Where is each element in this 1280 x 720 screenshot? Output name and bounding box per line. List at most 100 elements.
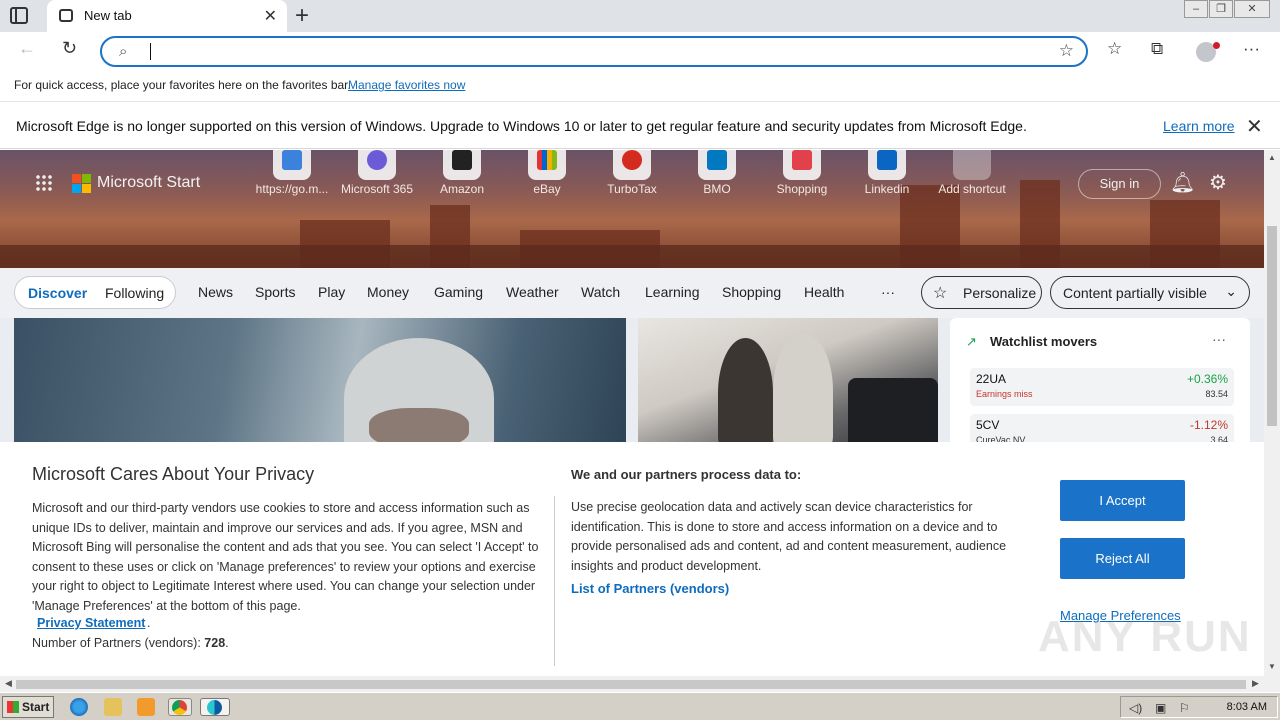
tab-actions-icon[interactable] <box>10 7 28 24</box>
shortcut-label: Linkedin <box>864 182 910 196</box>
add-shortcut-tile[interactable]: Add shortcut <box>932 150 1012 196</box>
stock-symbol: 22UA <box>976 372 1007 386</box>
trending-up-icon: ↗ <box>966 334 977 349</box>
favorites-icon[interactable]: ☆ <box>1107 39 1122 59</box>
category-weather[interactable]: Weather <box>506 284 559 300</box>
privacy-statement-link[interactable]: Privacy Statement <box>37 616 145 630</box>
more-categories-icon[interactable]: ··· <box>881 284 895 300</box>
clock: 8:03 AM <box>1226 701 1267 713</box>
refresh-icon[interactable]: ↻ <box>62 38 77 59</box>
partners-count: Number of Partners (vendors): 728. <box>32 636 229 650</box>
shortcut-tile[interactable]: Amazon <box>422 150 502 196</box>
accept-button[interactable]: I Accept <box>1060 480 1185 521</box>
new-tab-page-icon <box>59 9 73 22</box>
browser-toolbar: ← ↻ ⌕ ☆ ☆ ⧉ ··· <box>0 32 1280 70</box>
content-visibility-value: Content partially visible <box>1063 285 1207 301</box>
search-icon: ⌕ <box>119 43 128 60</box>
restore-button[interactable]: ❐ <box>1209 0 1233 18</box>
address-bar[interactable]: ⌕ ☆ <box>100 36 1088 67</box>
news-card-hero[interactable] <box>14 318 626 458</box>
stock-change: -1.12% <box>1189 418 1228 432</box>
media-player-icon[interactable] <box>137 698 155 716</box>
shortcut-label: Shopping <box>776 182 828 196</box>
content-visibility-dropdown[interactable]: Content partially visible ⌄ <box>1050 276 1250 309</box>
tab-discover[interactable]: Discover <box>28 285 87 301</box>
internet-explorer-icon[interactable] <box>70 698 88 716</box>
reject-all-button[interactable]: Reject All <box>1060 538 1185 579</box>
file-explorer-icon[interactable] <box>104 698 122 716</box>
scroll-right-arrow-icon[interactable]: ▶ <box>1252 678 1259 689</box>
shortcut-label: Add shortcut <box>938 182 1006 196</box>
action-center-flag-icon[interactable]: ⚐ <box>1179 701 1190 715</box>
tab-following[interactable]: Following <box>105 285 164 301</box>
shortcut-icon <box>273 150 311 180</box>
scroll-down-arrow-icon[interactable]: ▼ <box>1268 662 1276 671</box>
scroll-thumb[interactable] <box>1267 226 1277 426</box>
windows-flag-icon <box>7 701 19 713</box>
minimize-button[interactable]: – <box>1184 0 1208 18</box>
volume-icon[interactable]: ◁) <box>1129 701 1142 715</box>
category-shopping[interactable]: Shopping <box>722 284 781 300</box>
settings-gear-icon[interactable]: ⚙ <box>1209 170 1227 195</box>
amazon-icon <box>443 150 481 180</box>
scroll-up-arrow-icon[interactable]: ▲ <box>1268 153 1276 162</box>
watchlist-title: Watchlist movers <box>990 334 1098 349</box>
close-window-button[interactable]: ✕ <box>1234 0 1270 18</box>
shortcut-tile[interactable]: TurboTax <box>592 150 672 196</box>
shortcut-tile[interactable]: Shopping <box>762 150 842 196</box>
personalize-button[interactable]: ☆ Personalize <box>921 276 1042 309</box>
watchlist-more-icon[interactable]: ··· <box>1212 331 1226 347</box>
category-news[interactable]: News <box>198 284 233 300</box>
close-tab-icon[interactable]: ✕ <box>264 6 277 26</box>
tab-title: New tab <box>84 8 132 23</box>
watchlist-card: ↗ Watchlist movers ··· 22UA Earnings mis… <box>950 318 1250 452</box>
more-menu-icon[interactable]: ··· <box>1243 39 1260 59</box>
collections-icon[interactable]: ⧉ <box>1151 39 1163 59</box>
linkedin-icon <box>868 150 906 180</box>
category-learning[interactable]: Learning <box>645 284 700 300</box>
shortcut-tile[interactable]: BMO <box>677 150 757 196</box>
shortcut-label: Microsoft 365 <box>340 182 414 196</box>
shortcut-tile[interactable]: eBay <box>507 150 587 196</box>
back-arrow-icon[interactable]: ← <box>18 38 36 59</box>
shortcut-tile[interactable]: https://go.m... <box>252 150 332 196</box>
shortcut-tile[interactable]: Microsoft 365 <box>337 150 417 196</box>
category-gaming[interactable]: Gaming <box>434 284 483 300</box>
profile-avatar[interactable] <box>1196 42 1220 62</box>
scroll-left-arrow-icon[interactable]: ◀ <box>5 678 12 689</box>
category-watch[interactable]: Watch <box>581 284 620 300</box>
manage-favorites-link[interactable]: Manage favorites now <box>348 78 465 92</box>
category-health[interactable]: Health <box>804 284 844 300</box>
network-icon[interactable]: ▣ <box>1155 701 1166 715</box>
watchlist-row[interactable]: 22UA Earnings miss +0.36% 83.54 <box>970 368 1234 406</box>
horizontal-scrollbar[interactable]: ◀ ▶ <box>0 676 1264 692</box>
tab-new-tab[interactable]: New tab ✕ <box>47 0 287 32</box>
new-tab-plus-icon[interactable]: + <box>295 2 309 30</box>
sign-in-button[interactable]: Sign in <box>1078 169 1161 199</box>
category-play[interactable]: Play <box>318 284 345 300</box>
shortcut-tile[interactable]: Linkedin <box>847 150 927 196</box>
notifications-bell-icon[interactable]: 🔔︎ <box>1170 170 1195 195</box>
close-infobar-icon[interactable]: ✕ <box>1246 114 1263 139</box>
partners-list-link[interactable]: List of Partners (vendors) <box>571 581 729 596</box>
category-money[interactable]: Money <box>367 284 409 300</box>
news-card-image[interactable] <box>638 318 938 448</box>
shortcut-label: BMO <box>703 182 731 196</box>
start-button[interactable]: Start <box>2 696 54 718</box>
vertical-scrollbar[interactable]: ▲ ▼ <box>1264 150 1280 676</box>
add-favorite-star-icon[interactable]: ☆ <box>1059 41 1074 61</box>
scroll-thumb[interactable] <box>16 680 1246 689</box>
processing-title: We and our partners process data to: <box>571 467 802 482</box>
stock-change: +0.36% <box>1186 372 1228 386</box>
stock-price: 83.54 <box>1205 389 1228 399</box>
consent-body: Microsoft and our third-party vendors us… <box>32 501 539 613</box>
personalize-label: Personalize <box>963 285 1037 301</box>
app-launcher-icon[interactable] <box>35 174 53 192</box>
sparkle-star-icon: ☆ <box>933 285 948 302</box>
shortcut-label: https://go.m... <box>255 182 329 196</box>
privacy-consent-banner: Microsoft Cares About Your Privacy Micro… <box>0 442 1264 676</box>
learn-more-link[interactable]: Learn more <box>1163 118 1235 134</box>
person-image-shape <box>718 338 773 448</box>
category-sports[interactable]: Sports <box>255 284 295 300</box>
manage-preferences-link[interactable]: Manage Preferences <box>1060 608 1181 623</box>
